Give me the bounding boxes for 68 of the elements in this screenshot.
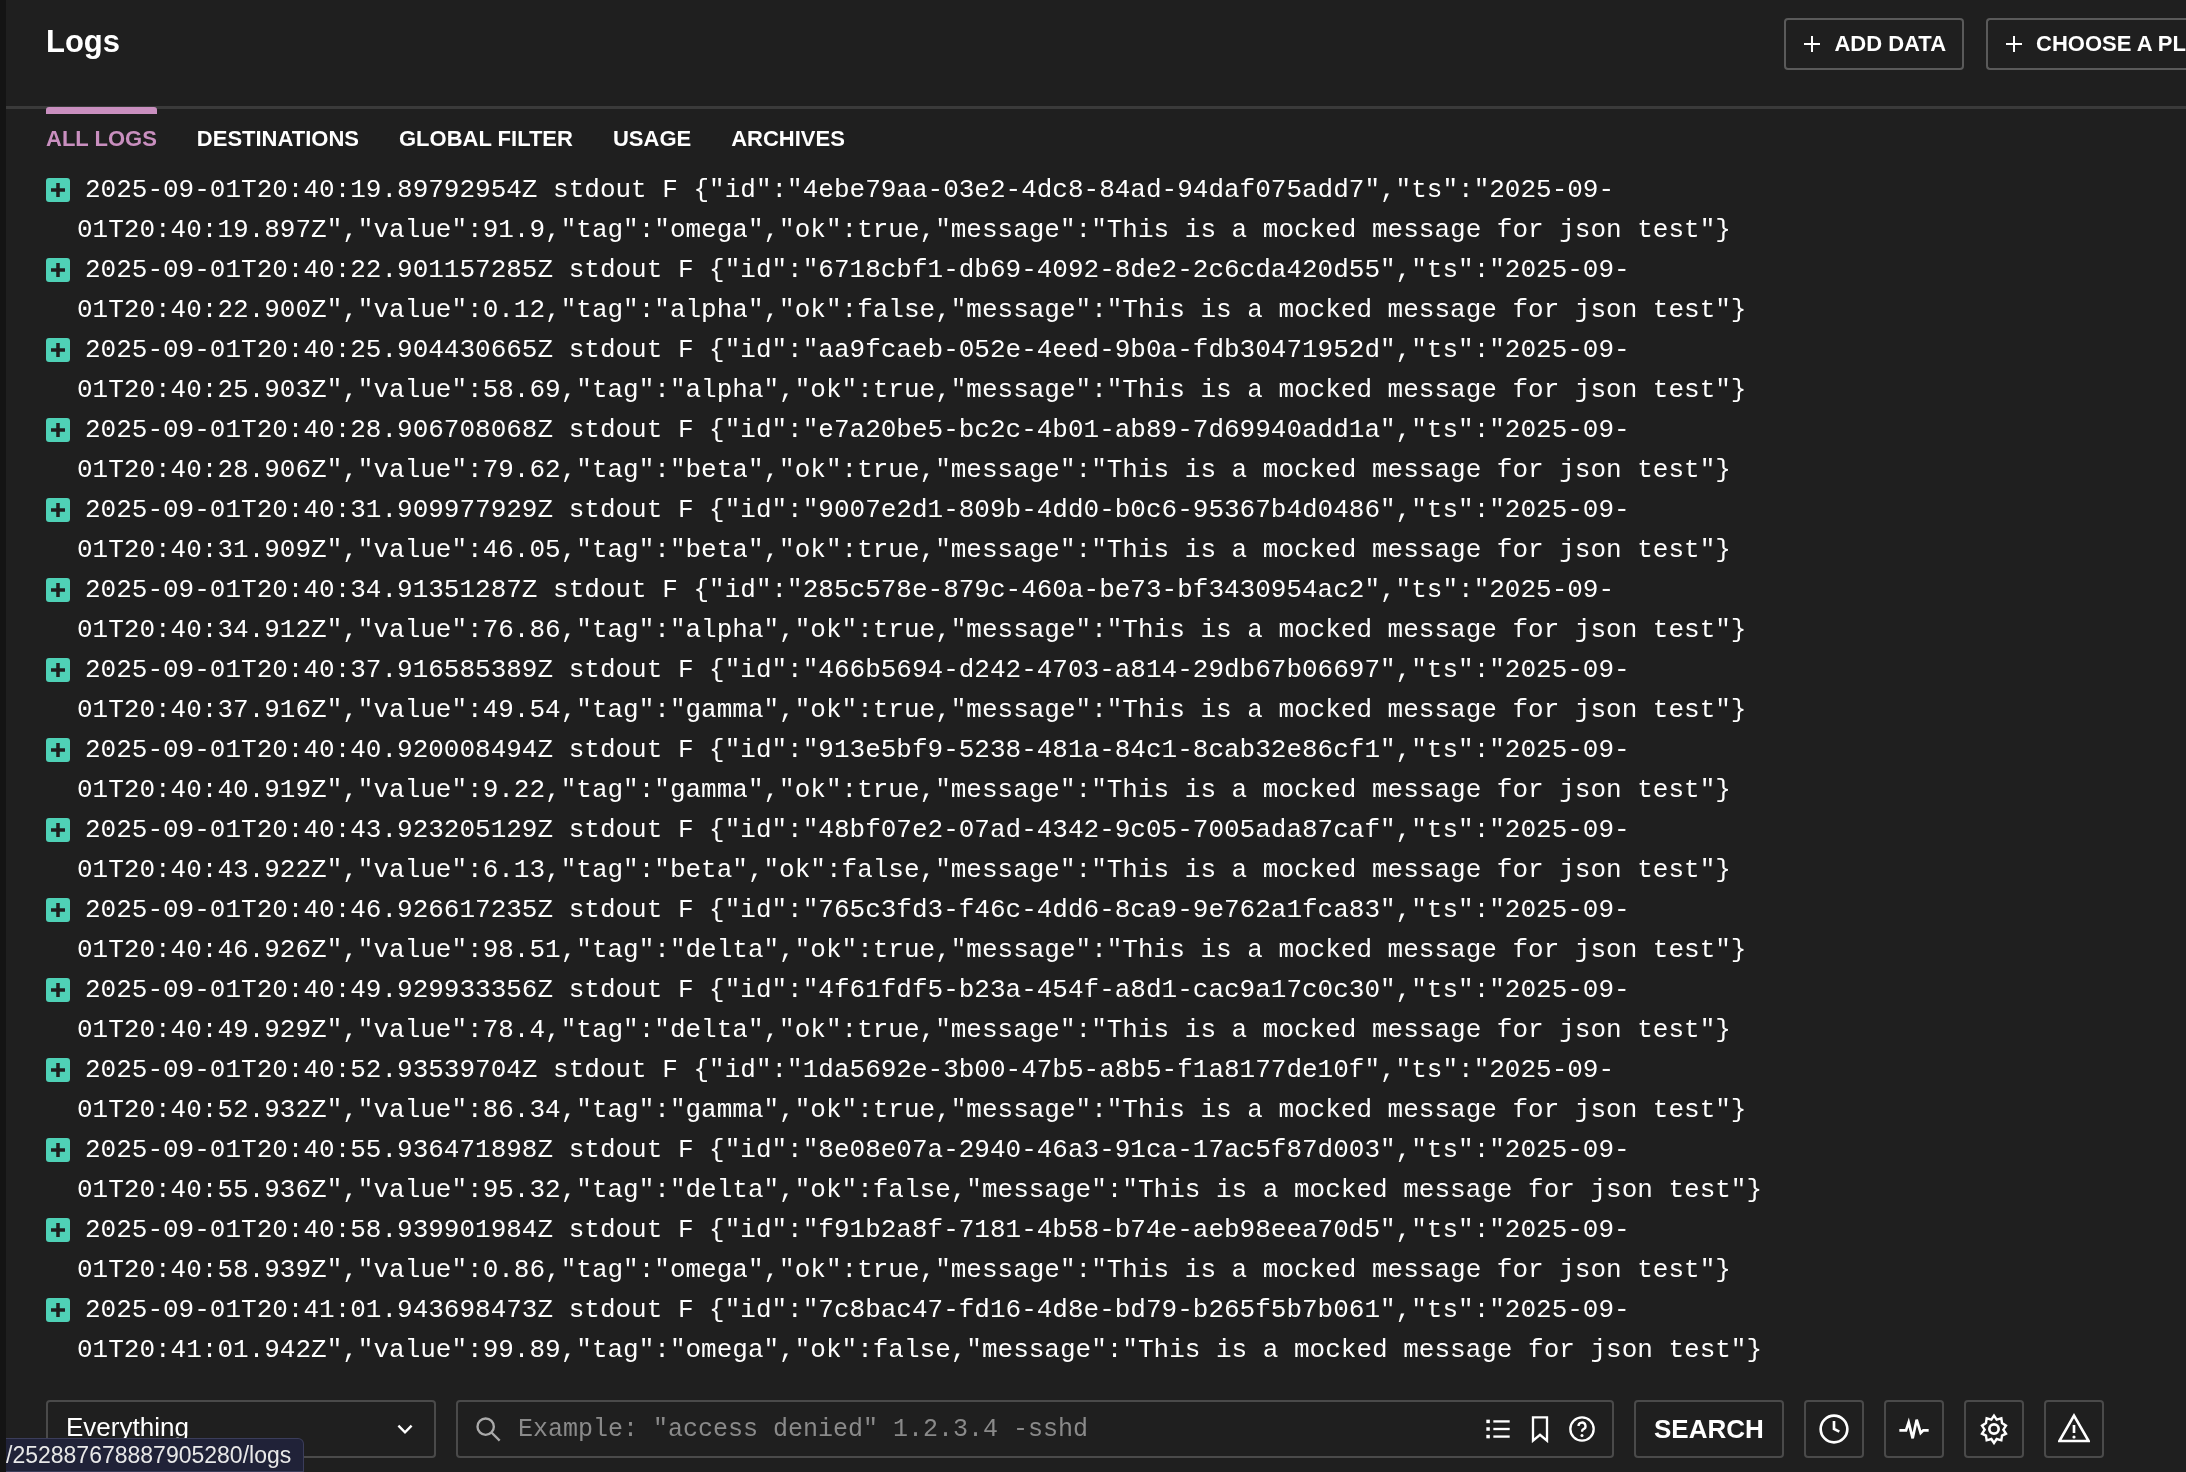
expand-icon[interactable] <box>46 498 70 522</box>
expand-icon[interactable] <box>46 738 70 762</box>
expand-icon[interactable] <box>46 658 70 682</box>
plus-icon <box>1802 34 1823 54</box>
settings-button[interactable] <box>1963 1400 2024 1458</box>
log-line: 01T20:40:25.903Z","value":58.69,"tag":"alpha","ok":true,"message":"This is a mocked message for json test"} <box>76 374 1748 407</box>
tab[interactable]: ALL LOGS <box>46 107 157 160</box>
expand-icon[interactable] <box>46 258 70 282</box>
expand-icon[interactable] <box>46 338 70 362</box>
log-line: 01T20:40:58.939Z","value":0.86,"tag":"omega","ok":true,"message":"This is a mocked message for json test"} <box>76 1254 1732 1287</box>
activity-button[interactable] <box>1883 1400 1944 1458</box>
header-button[interactable]: ADD DATA <box>1784 18 1965 70</box>
search-bar[interactable]: Example: "access denied" 1.2.3.4 -sshd <box>456 1400 1614 1458</box>
log-line: 2025-09-01T20:40:43.923205129Z stdout F {"id":"48bf07e2-07ad-4342-9c05-7005ada87caf","ts":"2025-09- <box>85 814 1630 847</box>
log-line: 01T20:40:34.912Z","value":76.86,"tag":"alpha","ok":true,"message":"This is a mocked message for json test"} <box>76 614 1748 647</box>
log-line: 01T20:41:01.942Z","value":99.89,"tag":"omega","ok":false,"message":"This is a mocked message for json test"} <box>76 1334 1764 1367</box>
expand-icon[interactable] <box>46 978 70 1002</box>
search-icon <box>474 1415 502 1443</box>
log-line: 01T20:40:49.929Z","value":78.4,"tag":"delta","ok":true,"message":"This is a mocked message for json test"} <box>76 1014 1732 1047</box>
expand-icon[interactable] <box>46 1298 70 1322</box>
tab[interactable]: ARCHIVES <box>731 107 845 160</box>
log-line: 2025-09-01T20:40:28.906708068Z stdout F {"id":"e7a20be5-bc2c-4b01-ab89-7d69940add1a","ts":"2025-09- <box>85 414 1630 447</box>
header-button[interactable]: CHOOSE A PL <box>1986 18 2186 70</box>
clock-icon <box>1817 1413 1850 1445</box>
log-line: 2025-09-01T20:40:40.920008494Z stdout F {"id":"913e5bf9-5238-481a-84c1-8cab32e86cf1","ts":"2025-09- <box>85 734 1630 767</box>
warning-icon <box>2057 1413 2090 1445</box>
log-line: 2025-09-01T20:40:22.901157285Z stdout F {"id":"6718cbf1-db69-4092-8de2-2c6cda420d55","ts":"2025-09- <box>85 254 1630 287</box>
settings-icon <box>1977 1413 2010 1445</box>
search-input[interactable]: Example: "access denied" 1.2.3.4 -sshd <box>516 1413 1470 1445</box>
expand-icon[interactable] <box>46 578 70 602</box>
help-icon[interactable] <box>1568 1415 1596 1443</box>
log-line: 01T20:40:31.909Z","value":46.05,"tag":"beta","ok":true,"message":"This is a mocked message for json test"} <box>76 534 1732 567</box>
log-line: 01T20:40:22.900Z","value":0.12,"tag":"alpha","ok":false,"message":"This is a mocked message for json test"} <box>76 294 1748 327</box>
log-line: 2025-09-01T20:40:25.904430665Z stdout F {"id":"aa9fcaeb-052e-4eed-9b0a-fdb30471952d","ts":"2025-09- <box>85 334 1630 367</box>
tab[interactable]: USAGE <box>612 107 692 160</box>
log-line: 01T20:40:52.932Z","value":86.34,"tag":"gamma","ok":true,"message":"This is a mocked message for json test"} <box>76 1094 1748 1127</box>
log-line: 01T20:40:19.897Z","value":91.9,"tag":"omega","ok":true,"message":"This is a mocked message for json test"} <box>76 214 1732 247</box>
log-line: 2025-09-01T20:40:31.909977929Z stdout F {"id":"9007e2d1-809b-4dd0-b0c6-95367b4d0486","ts":"2025-09- <box>85 494 1630 527</box>
log-line: 01T20:40:40.919Z","value":9.22,"tag":"gamma","ok":true,"message":"This is a mocked message for json test"} <box>76 774 1732 807</box>
status-url-tooltip: /252887678887905280/logs <box>6 1438 305 1472</box>
expand-icon[interactable] <box>46 178 70 202</box>
log-line: 2025-09-01T20:41:01.943698473Z stdout F {"id":"7c8bac47-fd16-4d8e-bd79-b265f5b7b061","ts":"2025-09- <box>85 1294 1630 1327</box>
log-line: 01T20:40:55.936Z","value":95.32,"tag":"delta","ok":false,"message":"This is a mocked message for json test"} <box>76 1174 1764 1207</box>
expand-icon[interactable] <box>46 1058 70 1082</box>
log-line: 01T20:40:46.926Z","value":98.51,"tag":"delta","ok":true,"message":"This is a mocked message for json test"} <box>76 934 1748 967</box>
page-title: Logs <box>46 24 121 60</box>
tab[interactable]: DESTINATIONS <box>196 107 359 160</box>
expand-icon[interactable] <box>46 1138 70 1162</box>
expand-icon[interactable] <box>46 898 70 922</box>
log-line: 2025-09-01T20:40:58.939901984Z stdout F {"id":"f91b2a8f-7181-4b58-b74e-aeb98eea70d5","ts":"2025-09- <box>85 1214 1630 1247</box>
search-button[interactable]: SEARCH <box>1634 1400 1784 1458</box>
log-line: 2025-09-01T20:40:19.89792954Z stdout F {"id":"4ebe79aa-03e2-4dc8-84ad-94daf075add7","ts":"2025-09- <box>85 174 1615 207</box>
log-line: 01T20:40:37.916Z","value":49.54,"tag":"gamma","ok":true,"message":"This is a mocked message for json test"} <box>76 694 1748 727</box>
log-line: 2025-09-01T20:40:34.91351287Z stdout F {"id":"285c578e-879c-460a-be73-bf3430954ac2","ts":"2025-09- <box>85 574 1615 607</box>
log-line: 2025-09-01T20:40:52.93539704Z stdout F {"id":"1da5692e-3b00-47b5-a8b5-f1a8177de10f","ts":"2025-09- <box>85 1054 1615 1087</box>
expand-icon[interactable] <box>46 1218 70 1242</box>
expand-icon[interactable] <box>46 818 70 842</box>
log-line: 2025-09-01T20:40:37.916585389Z stdout F {"id":"466b5694-d242-4703-a814-29db67b06697","ts":"2025-09- <box>85 654 1630 687</box>
plus-icon <box>2004 34 2025 54</box>
log-line: 2025-09-01T20:40:55.936471898Z stdout F {"id":"8e08e07a-2940-46a3-91ca-17ac5f87d003","ts":"2025-09- <box>85 1134 1630 1167</box>
expand-icon[interactable] <box>46 418 70 442</box>
log-line: 2025-09-01T20:40:46.926617235Z stdout F {"id":"765c3fd3-f46c-4dd6-8ca9-9e762a1fca83","ts":"2025-09- <box>85 894 1630 927</box>
log-line: 2025-09-01T20:40:49.929933356Z stdout F {"id":"4f61fdf5-b23a-454f-a8d1-cac9a17c0c30","ts":"2025-09- <box>85 974 1630 1007</box>
tab[interactable]: GLOBAL FILTER <box>399 107 573 160</box>
log-line: 01T20:40:43.922Z","value":6.13,"tag":"beta","ok":false,"message":"This is a mocked message for json test"} <box>76 854 1732 887</box>
log-line: 01T20:40:28.906Z","value":79.62,"tag":"beta","ok":true,"message":"This is a mocked message for json test"} <box>76 454 1732 487</box>
history-button[interactable] <box>1803 1400 1864 1458</box>
alerts-button[interactable] <box>2043 1400 2104 1458</box>
